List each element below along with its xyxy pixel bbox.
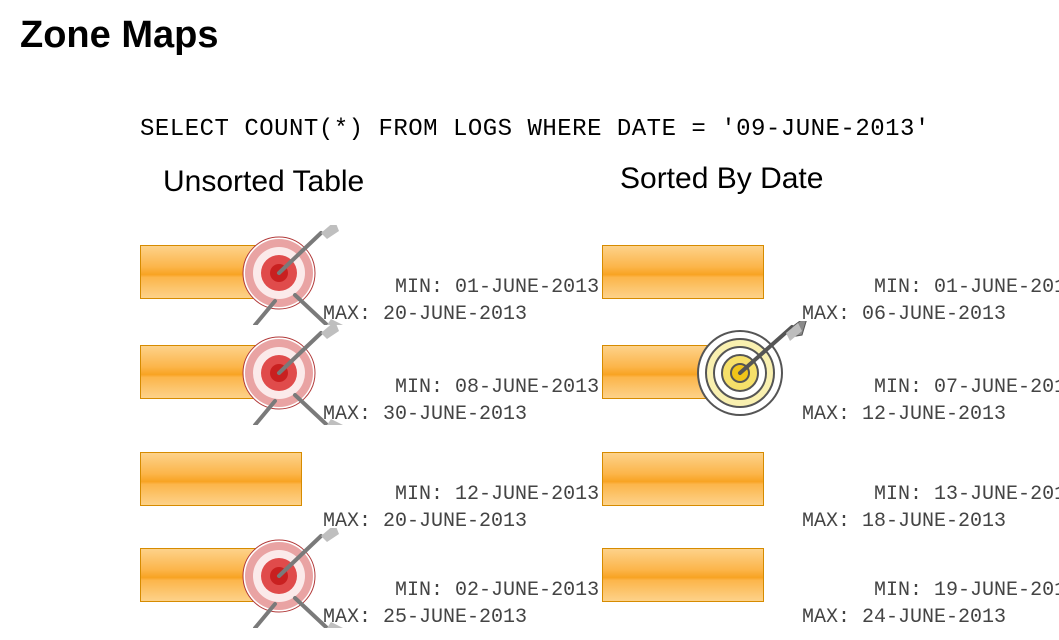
zone-stats: MIN: 13-JUNE-2013 MAX: 18-JUNE-2013	[802, 454, 1059, 535]
min-value: 12-JUNE-2013	[455, 483, 599, 506]
zone-block	[140, 245, 302, 299]
min-label: MIN:	[874, 483, 922, 506]
page-title: Zone Maps	[20, 14, 218, 57]
zone-stats: MIN: 07-JUNE-2013 MAX: 12-JUNE-2013	[802, 347, 1059, 428]
zone-block	[602, 245, 764, 299]
zone-stats: MIN: 01-JUNE-2013 MAX: 06-JUNE-2013	[802, 247, 1059, 328]
max-label: MAX:	[323, 510, 371, 533]
min-value: 01-JUNE-2013	[934, 276, 1059, 299]
zone-block	[602, 548, 764, 602]
zone-stats: MIN: 02-JUNE-2013 MAX: 25-JUNE-2013	[323, 550, 599, 631]
min-label: MIN:	[395, 483, 443, 506]
min-label: MIN:	[395, 276, 443, 299]
min-value: 07-JUNE-2013	[934, 376, 1059, 399]
zone-block	[602, 345, 764, 399]
zone-stats: MIN: 08-JUNE-2013 MAX: 30-JUNE-2013	[323, 347, 599, 428]
min-label: MIN:	[874, 276, 922, 299]
zone-stats: MIN: 12-JUNE-2013 MAX: 20-JUNE-2013	[323, 454, 599, 535]
max-value: 20-JUNE-2013	[383, 303, 527, 326]
max-label: MAX:	[323, 303, 371, 326]
zone-block	[140, 345, 302, 399]
min-label: MIN:	[874, 579, 922, 602]
max-value: 06-JUNE-2013	[862, 303, 1006, 326]
max-label: MAX:	[802, 303, 850, 326]
min-value: 13-JUNE-2013	[934, 483, 1059, 506]
max-value: 25-JUNE-2013	[383, 606, 527, 629]
max-label: MAX:	[802, 606, 850, 629]
column-heading-unsorted: Unsorted Table	[163, 165, 364, 199]
min-value: 08-JUNE-2013	[455, 376, 599, 399]
min-label: MIN:	[395, 579, 443, 602]
max-value: 20-JUNE-2013	[383, 510, 527, 533]
max-label: MAX:	[802, 510, 850, 533]
zone-block	[140, 452, 302, 506]
max-value: 12-JUNE-2013	[862, 403, 1006, 426]
min-label: MIN:	[395, 376, 443, 399]
max-value: 30-JUNE-2013	[383, 403, 527, 426]
zone-block	[140, 548, 302, 602]
zone-block	[602, 452, 764, 506]
zone-stats: MIN: 19-JUNE-2013 MAX: 24-JUNE-2013	[802, 550, 1059, 631]
min-label: MIN:	[874, 376, 922, 399]
max-label: MAX:	[323, 606, 371, 629]
zone-stats: MIN: 01-JUNE-2013 MAX: 20-JUNE-2013	[323, 247, 599, 328]
max-value: 18-JUNE-2013	[862, 510, 1006, 533]
min-value: 01-JUNE-2013	[455, 276, 599, 299]
sql-query: SELECT COUNT(*) FROM LOGS WHERE DATE = '…	[140, 116, 930, 143]
max-label: MAX:	[802, 403, 850, 426]
max-label: MAX:	[323, 403, 371, 426]
max-value: 24-JUNE-2013	[862, 606, 1006, 629]
column-heading-sorted: Sorted By Date	[620, 162, 823, 196]
min-value: 19-JUNE-2013	[934, 579, 1059, 602]
min-value: 02-JUNE-2013	[455, 579, 599, 602]
